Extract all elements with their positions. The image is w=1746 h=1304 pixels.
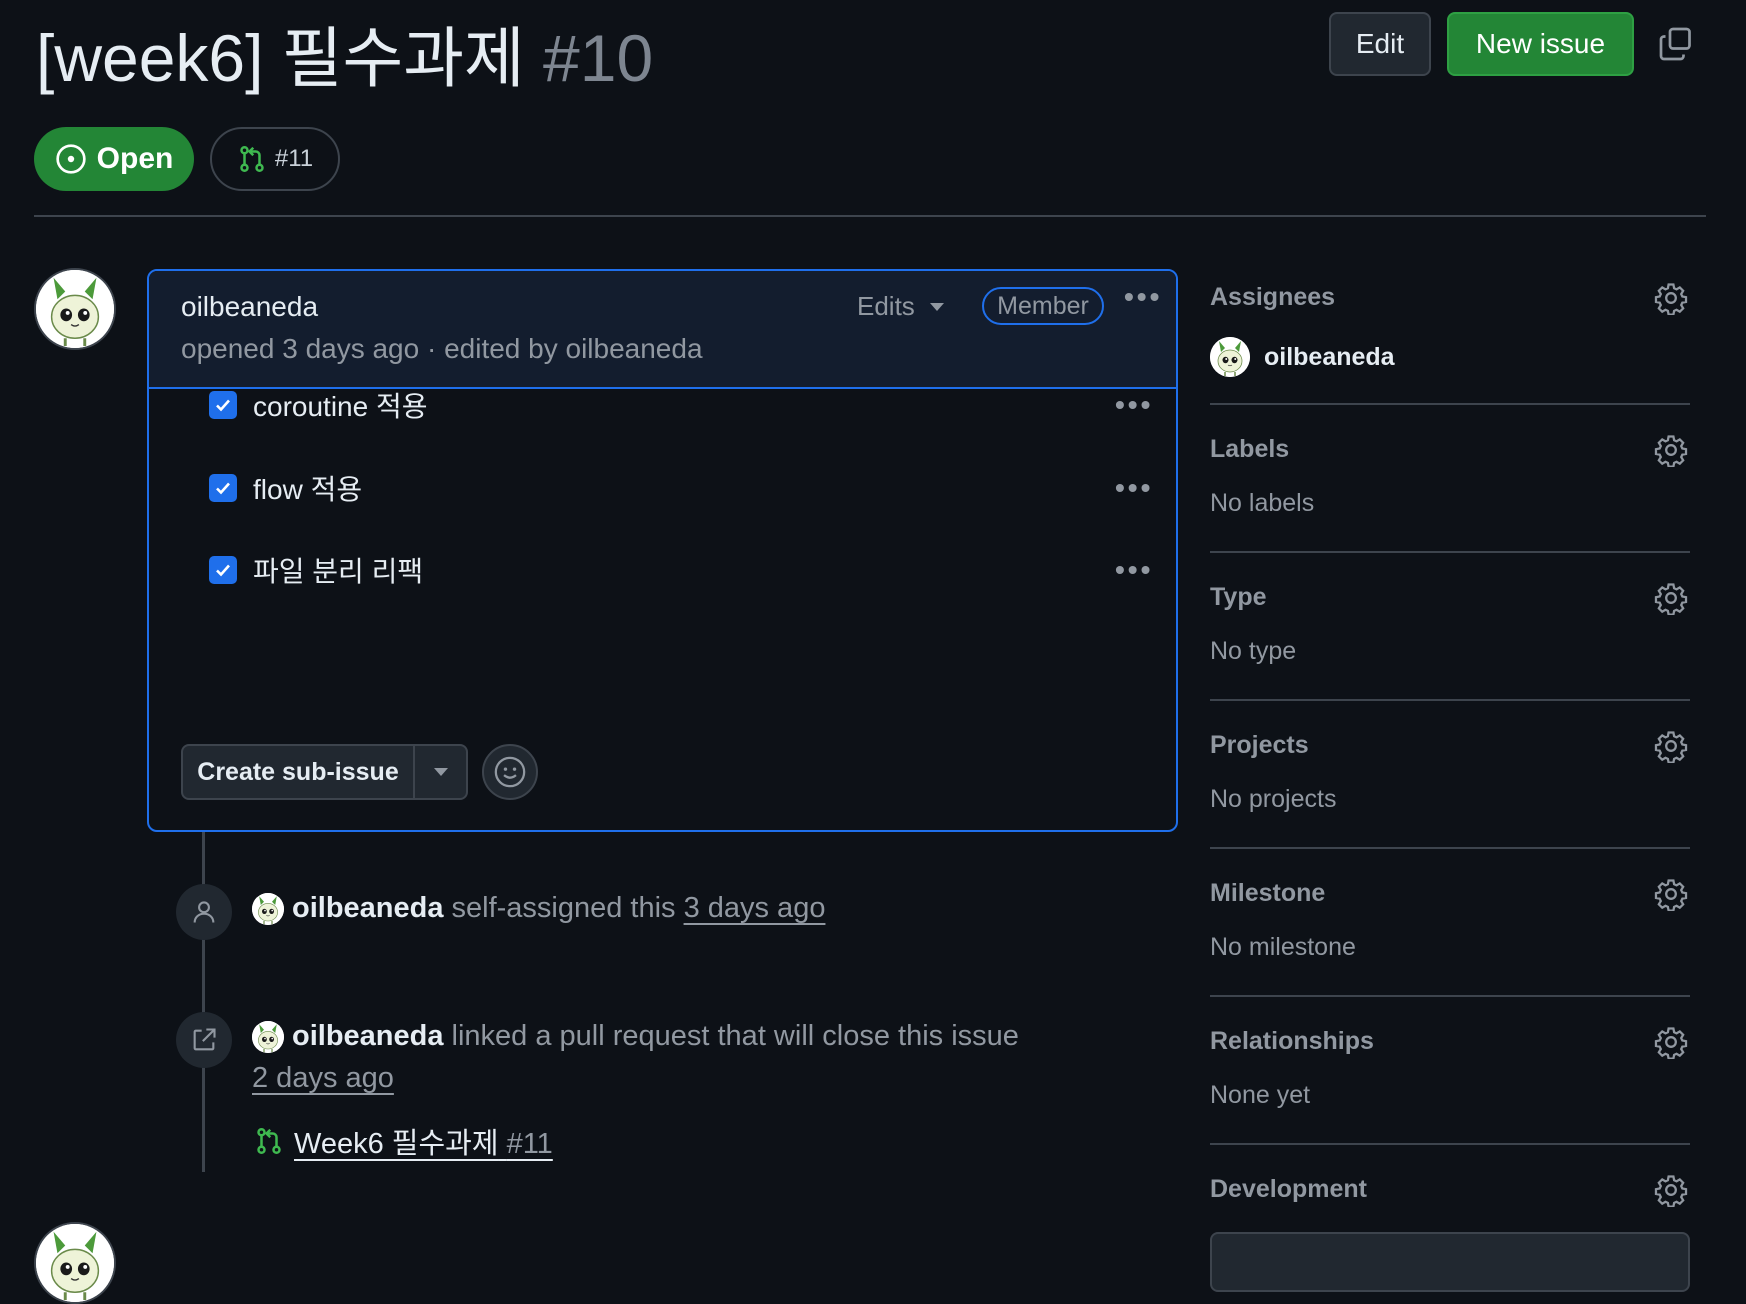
edits-label: Edits	[857, 291, 915, 321]
kebab-icon[interactable]: •••	[1115, 474, 1153, 502]
timeline-line	[202, 832, 205, 1172]
issue-state-badge: Open	[34, 127, 194, 191]
edit-button[interactable]: Edit	[1329, 12, 1431, 76]
gear-icon[interactable]	[1654, 729, 1688, 763]
checkbox-checked-icon[interactable]	[209, 556, 237, 584]
gear-icon[interactable]	[1654, 581, 1688, 615]
sidebar-title: Development	[1210, 1175, 1367, 1203]
create-sub-issue-button[interactable]: Create sub-issue	[181, 744, 468, 800]
issue-open-icon	[55, 144, 86, 174]
assignee-name: oilbeaneda	[1264, 342, 1395, 371]
sidebar-labels: Labels No labels	[1210, 433, 1690, 517]
comment-meta: opened 3 days ago · edited by oilbeaneda	[181, 333, 703, 364]
smiley-icon[interactable]	[482, 744, 538, 800]
sidebar-relationships: Relationships None yet	[1210, 1025, 1690, 1109]
sidebar-title: Type	[1210, 583, 1267, 611]
issue-title: [week6] 필수과제 #10	[36, 18, 653, 98]
avatar[interactable]	[252, 1020, 284, 1053]
task-item: flow 적용	[209, 468, 362, 508]
task-label: coroutine 적용	[253, 391, 428, 422]
avatar[interactable]	[252, 892, 284, 925]
event-actor[interactable]: oilbeaneda	[292, 892, 444, 925]
sidebar-title: Labels	[1210, 435, 1290, 463]
chevron-down-icon[interactable]	[415, 767, 466, 777]
event-time[interactable]: 3 days ago	[684, 892, 826, 925]
sidebar-value: None yet	[1210, 1081, 1311, 1109]
issue-number: #10	[543, 21, 654, 95]
sidebar-value: No type	[1210, 637, 1297, 665]
timeline-event-linked: oilbeaneda linked a pull request that wi…	[252, 1020, 1019, 1053]
event-text: linked a pull request that will close th…	[451, 1020, 1019, 1052]
task-item: 파일 분리 리팩	[209, 550, 423, 590]
task-label: 파일 분리 리팩	[253, 556, 424, 587]
current-user-avatar[interactable]	[34, 1222, 116, 1304]
sidebar-divider	[1210, 1143, 1690, 1145]
sidebar-title: Projects	[1210, 731, 1309, 759]
sidebar-development: Development	[1210, 1175, 1690, 1204]
sidebar-projects: Projects No projects	[1210, 729, 1690, 813]
checkbox-checked-icon[interactable]	[209, 391, 237, 419]
pull-request-icon	[237, 144, 267, 174]
member-badge: Member	[982, 287, 1104, 325]
chevron-down-icon	[929, 302, 944, 311]
create-sub-issue-label: Create sub-issue	[197, 757, 399, 786]
checkbox-checked-icon[interactable]	[209, 474, 237, 502]
sidebar-divider	[1210, 995, 1690, 997]
new-issue-button[interactable]: New issue	[1447, 12, 1634, 76]
sidebar-assignees: Assignees oilbeaneda	[1210, 281, 1690, 377]
sidebar-title: Relationships	[1210, 1027, 1374, 1055]
event-time[interactable]: 2 days ago	[252, 1062, 394, 1095]
sidebar-title: Milestone	[1210, 879, 1326, 907]
gear-icon[interactable]	[1654, 281, 1688, 315]
assignee-item[interactable]: oilbeaneda	[1210, 337, 1395, 377]
timeline-event-assigned: oilbeaneda self-assigned this 3 days ago	[252, 892, 825, 925]
linked-pr-link[interactable]: Week6 필수과제 #11	[254, 1120, 553, 1162]
sidebar-divider	[1210, 403, 1690, 405]
edits-dropdown[interactable]: Edits	[857, 291, 945, 322]
issue-state-label: Open	[96, 142, 174, 175]
sidebar-milestone: Milestone No milestone	[1210, 877, 1690, 961]
event-actor[interactable]: oilbeaneda	[292, 1020, 444, 1053]
link-external-icon	[176, 1012, 232, 1068]
linked-pr-badge[interactable]: #11	[210, 127, 340, 191]
copy-icon[interactable]	[1658, 26, 1694, 62]
gear-icon[interactable]	[1654, 1173, 1688, 1207]
sidebar-title: Assignees	[1210, 283, 1336, 311]
event-text: self-assigned this	[451, 892, 676, 924]
avatar	[1210, 337, 1250, 377]
issue-title-text: [week6] 필수과제	[36, 21, 525, 95]
sidebar-value: No labels	[1210, 489, 1315, 517]
sidebar-divider	[1210, 847, 1690, 849]
task-label: flow 적용	[253, 474, 363, 505]
task-item: coroutine 적용	[209, 385, 428, 425]
author-avatar[interactable]	[34, 268, 116, 350]
sidebar-type: Type No type	[1210, 581, 1690, 665]
sidebar-divider	[1210, 551, 1690, 553]
create-branch-button[interactable]	[1210, 1232, 1690, 1292]
pull-request-icon	[254, 1126, 284, 1156]
comment-author[interactable]: oilbeaneda	[181, 291, 318, 323]
issue-body-comment: oilbeaneda opened 3 days ago · edited by…	[147, 269, 1178, 832]
kebab-icon[interactable]: •••	[1124, 283, 1162, 311]
gear-icon[interactable]	[1654, 1025, 1688, 1059]
event-time-row: 2 days ago	[252, 1062, 394, 1095]
sidebar-value: No milestone	[1210, 933, 1356, 961]
person-icon	[176, 884, 232, 940]
comment-header: oilbeaneda opened 3 days ago · edited by…	[149, 271, 1176, 389]
pr-title[interactable]: Week6 필수과제 #11	[294, 1120, 553, 1162]
kebab-icon[interactable]: •••	[1115, 556, 1153, 584]
kebab-icon[interactable]: •••	[1115, 391, 1153, 419]
header-divider	[34, 215, 1706, 217]
sidebar-value: No projects	[1210, 785, 1337, 813]
sidebar-divider	[1210, 699, 1690, 701]
gear-icon[interactable]	[1654, 433, 1688, 467]
linked-pr-number: #11	[274, 145, 314, 172]
gear-icon[interactable]	[1654, 877, 1688, 911]
